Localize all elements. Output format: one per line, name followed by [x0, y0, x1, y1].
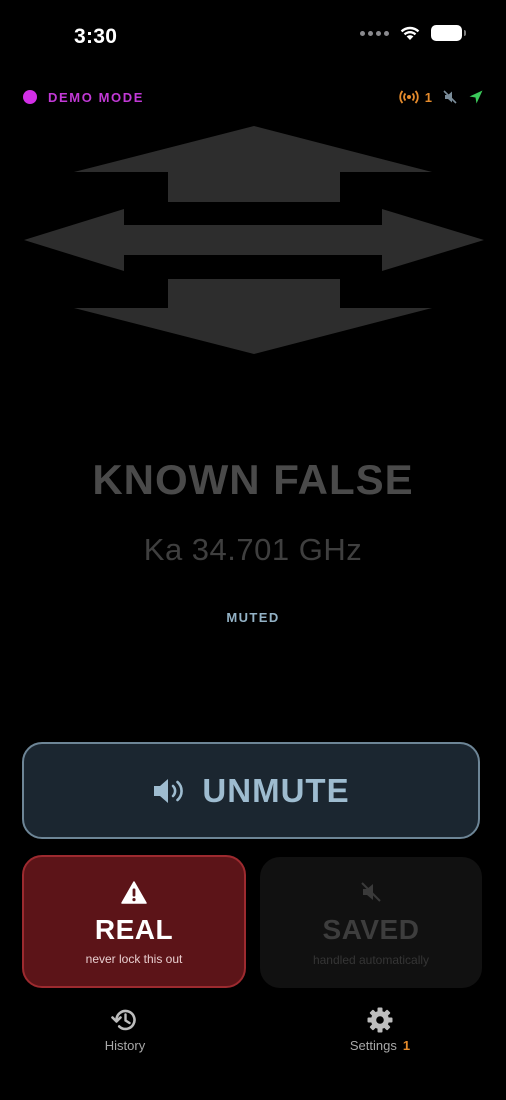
- saved-button[interactable]: SAVED handled automatically: [260, 857, 482, 988]
- antenna-count: 1: [424, 89, 432, 105]
- saved-label: SAVED: [322, 914, 420, 945]
- wifi-icon: [400, 26, 420, 40]
- status-bar: 3:30: [0, 0, 506, 70]
- connection-indicators: 1: [399, 89, 484, 105]
- location-arrow-icon: [469, 90, 483, 104]
- tab-settings-text: Settings: [349, 1038, 397, 1053]
- real-sublabel: never lock this out: [85, 952, 183, 966]
- unmute-label: UNMUTE: [202, 771, 350, 809]
- saved-sublabel: handled automatically: [312, 953, 430, 967]
- settings-badge: 1: [402, 1038, 411, 1053]
- alert-title: KNOWN FALSE: [92, 456, 414, 503]
- status-time: 3:30: [74, 25, 118, 48]
- unmute-button[interactable]: UNMUTE: [22, 742, 480, 839]
- tab-history[interactable]: History: [96, 1005, 154, 1053]
- mode-label: DEMO MODE: [48, 89, 145, 105]
- status-icons: [360, 25, 466, 41]
- alert-frequency: Ka 34.701 GHz: [143, 532, 363, 567]
- real-label: REAL: [94, 914, 174, 945]
- speaker-muted-icon: [361, 882, 381, 902]
- speaker-icon: [154, 778, 184, 803]
- tab-history-label: History: [104, 1038, 146, 1053]
- bidirectional-arrows-icon: [24, 126, 484, 354]
- demo-mode-indicator[interactable]: DEMO MODE: [23, 90, 144, 105]
- tab-settings-label: Settings 1: [340, 1038, 420, 1053]
- screen: 3:30 DEMO MODE 1 KNOWN FALSE Ka 34.701 G…: [0, 0, 506, 1100]
- real-button[interactable]: REAL never lock this out: [22, 855, 246, 988]
- gear-icon: [367, 1007, 393, 1033]
- alert-state: MUTED: [226, 610, 280, 625]
- battery-icon: [431, 25, 466, 41]
- mode-dot-icon: [23, 90, 37, 104]
- mode-row: DEMO MODE 1: [23, 86, 484, 108]
- warning-icon: [121, 881, 147, 904]
- tab-settings[interactable]: Settings 1: [340, 1005, 420, 1053]
- antenna-icon: [399, 90, 419, 104]
- speaker-muted-icon: [443, 90, 457, 104]
- cellular-signal-icon: [360, 30, 389, 36]
- history-icon: [111, 1009, 136, 1031]
